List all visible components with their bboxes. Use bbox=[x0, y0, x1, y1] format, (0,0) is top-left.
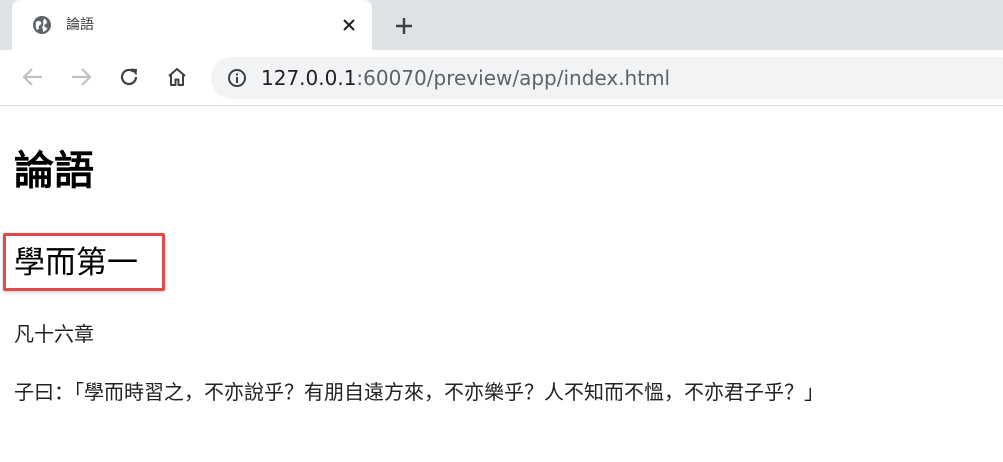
page-title: 論語 bbox=[14, 148, 94, 194]
close-icon[interactable] bbox=[338, 14, 360, 36]
page-content: 論語 學而第一 凡十六章 子曰：「學而時習之，不亦說乎？有朋自遠方來，不亦樂乎？… bbox=[0, 106, 1003, 462]
forward-arrow-icon[interactable] bbox=[68, 64, 94, 90]
chapter-count-text: 凡十六章 bbox=[14, 322, 94, 346]
info-icon[interactable] bbox=[227, 68, 247, 88]
browser-tab[interactable]: 論語 bbox=[12, 0, 372, 50]
home-icon[interactable] bbox=[164, 64, 190, 90]
browser-toolbar: 127.0.0.1:60070/preview/app/index.html bbox=[0, 50, 1003, 105]
highlight-box bbox=[3, 233, 165, 291]
browser-chrome: 論語 127.0.0.1:60070/preview/app/index.htm… bbox=[0, 0, 1003, 106]
tab-strip: 論語 bbox=[0, 0, 1003, 50]
reload-icon[interactable] bbox=[116, 64, 142, 90]
globe-icon bbox=[33, 16, 51, 34]
url-host: 127.0.0.1 bbox=[261, 66, 357, 90]
url-text[interactable]: 127.0.0.1:60070/preview/app/index.html bbox=[261, 67, 670, 89]
address-bar[interactable]: 127.0.0.1:60070/preview/app/index.html bbox=[211, 57, 1003, 99]
tab-title: 論語 bbox=[66, 17, 94, 33]
plus-icon[interactable] bbox=[392, 14, 416, 38]
passage-text: 子曰：「學而時習之，不亦說乎？有朋自遠方來，不亦樂乎？人不知而不慍，不亦君子乎？… bbox=[14, 380, 824, 404]
url-path: :60070/preview/app/index.html bbox=[356, 66, 671, 90]
back-arrow-icon[interactable] bbox=[20, 64, 46, 90]
